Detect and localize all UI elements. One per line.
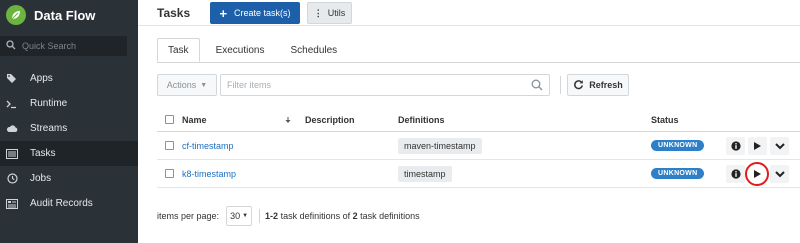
search-icon <box>6 39 16 53</box>
toolbar-separator <box>560 76 561 94</box>
page-header: Tasks + Create task(s) ⋮ Utils <box>138 0 800 26</box>
cloud-icon <box>6 123 18 135</box>
launch-button[interactable] <box>748 137 767 155</box>
audit-icon <box>6 198 18 210</box>
brand[interactable]: Data Flow <box>0 0 138 30</box>
task-definition: maven-timestamp <box>398 137 482 154</box>
list-icon <box>6 148 18 160</box>
status-badge: UNKNOWN <box>651 140 705 151</box>
highlight-circle <box>745 162 769 186</box>
column-header-status: Status <box>651 114 679 125</box>
play-icon <box>754 142 761 150</box>
search-icon[interactable] <box>531 79 543 94</box>
footer-separator <box>259 209 261 223</box>
tab-task[interactable]: Task <box>157 38 200 62</box>
app-title: Data Flow <box>34 7 96 23</box>
table-footer: items per page: 30 ▼ 1-2 task definition… <box>157 205 420 227</box>
task-name-link[interactable]: cf-timestamp <box>182 141 234 151</box>
create-tasks-button[interactable]: + Create task(s) <box>210 2 300 24</box>
table-row: k8-timestamp timestamp UNKNOWN <box>157 160 800 188</box>
column-header-name[interactable]: Name <box>182 108 207 131</box>
terminal-icon <box>6 98 18 110</box>
sidebar-item-label: Jobs <box>30 173 52 184</box>
table-row: cf-timestamp maven-timestamp UNKNOWN <box>157 132 800 160</box>
tags-icon <box>6 73 18 85</box>
plus-icon: + <box>219 5 228 21</box>
column-header-description: Description <box>305 114 355 125</box>
info-icon <box>730 169 741 179</box>
sidebar-item-streams[interactable]: Streams <box>0 116 138 141</box>
summary-mid: task definitions of <box>278 211 353 221</box>
select-all-checkbox[interactable] <box>165 108 174 131</box>
quick-search-placeholder: Quick Search <box>22 41 77 51</box>
sidebar-item-label: Tasks <box>30 148 56 159</box>
more-actions-button[interactable] <box>770 165 789 183</box>
row-checkbox[interactable] <box>165 160 174 187</box>
tasks-table: Name Description Definitions Status cf-t… <box>157 108 800 188</box>
info-icon <box>730 141 741 151</box>
tab-schedules[interactable]: Schedules <box>280 38 347 62</box>
sidebar-item-label: Streams <box>30 123 68 134</box>
tab-executions[interactable]: Executions <box>206 38 275 62</box>
table-header: Name Description Definitions Status <box>157 108 800 132</box>
sidebar-item-apps[interactable]: Apps <box>0 66 138 91</box>
sidebar-item-label: Audit Records <box>30 198 93 209</box>
refresh-label: Refresh <box>589 80 623 90</box>
tabs: Task Executions Schedules <box>157 38 353 62</box>
sidebar-item-runtime[interactable]: Runtime <box>0 91 138 116</box>
sidebar-item-audit-records[interactable]: Audit Records <box>0 191 138 216</box>
sidebar-item-jobs[interactable]: Jobs <box>0 166 138 191</box>
sidebar-item-label: Runtime <box>30 98 68 109</box>
filter-field[interactable] <box>220 74 550 96</box>
caret-down-icon: ▼ <box>200 81 208 89</box>
clock-icon <box>6 173 18 185</box>
main-content: Tasks + Create task(s) ⋮ Utils Task Exec… <box>138 0 800 243</box>
spring-leaf-icon <box>6 5 26 25</box>
task-name-link[interactable]: k8-timestamp <box>182 169 236 179</box>
utils-label: Utils <box>327 8 346 18</box>
task-definition: timestamp <box>398 165 452 182</box>
range: 1-2 <box>265 211 279 221</box>
items-per-page-select[interactable]: 30 ▼ <box>226 206 253 226</box>
sidebar-nav: Apps Runtime Streams Tasks Jobs Audit Re… <box>0 66 138 216</box>
actions-label: Actions <box>166 80 197 90</box>
create-tasks-label: Create task(s) <box>234 8 291 18</box>
info-button[interactable] <box>726 165 745 183</box>
filter-input[interactable] <box>221 75 521 95</box>
quick-search[interactable]: Quick Search <box>0 36 127 56</box>
more-actions-button[interactable] <box>770 137 789 155</box>
sidebar: Data Flow Quick Search Apps Runtime Stre… <box>0 0 138 243</box>
sort-icon[interactable] <box>285 108 291 131</box>
page-title: Tasks <box>157 6 191 20</box>
items-per-page-label: items per page: <box>157 211 220 221</box>
chevron-down-icon <box>774 142 785 149</box>
pagination-summary: 1-2 task definitions of 2 task definitio… <box>265 211 420 221</box>
info-button[interactable] <box>726 137 745 155</box>
utils-button[interactable]: ⋮ Utils <box>307 2 352 24</box>
summary-end: task definitions <box>357 211 420 221</box>
caret-down-icon: ▼ <box>242 213 249 219</box>
actions-dropdown[interactable]: Actions ▼ <box>157 74 217 96</box>
tabs-divider <box>157 62 800 63</box>
chevron-down-icon <box>774 170 785 177</box>
table-toolbar: Actions ▼ Refresh <box>157 74 800 96</box>
sidebar-item-tasks[interactable]: Tasks <box>0 141 138 166</box>
sidebar-item-label: Apps <box>30 73 53 84</box>
vertical-ellipsis-icon: ⋮ <box>313 7 323 18</box>
status-badge: UNKNOWN <box>651 168 705 179</box>
refresh-button[interactable]: Refresh <box>567 74 629 96</box>
items-per-page-value: 30 <box>230 211 241 221</box>
refresh-icon <box>573 79 584 92</box>
row-checkbox[interactable] <box>165 132 174 159</box>
column-header-definitions: Definitions <box>398 114 445 125</box>
